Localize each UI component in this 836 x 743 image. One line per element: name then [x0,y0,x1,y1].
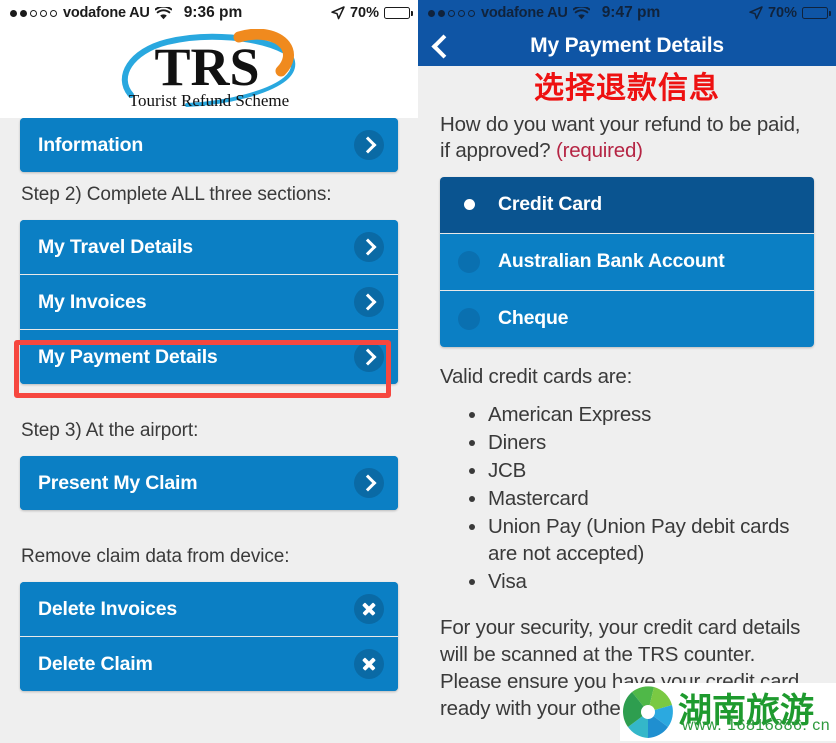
information-button-label: Information [38,133,144,156]
radio-unselected-icon [458,307,480,330]
my-invoices-button[interactable]: My Invoices [20,274,398,329]
my-travel-details-label: My Travel Details [38,235,193,258]
delete-invoices-button[interactable]: Delete Invoices [20,582,398,636]
chevron-right-icon [354,342,384,372]
signal-strength-dots [428,9,475,17]
step3-button-group: Present My Claim [20,456,398,510]
trs-logo: TRS Tourist Refund Scheme [109,29,309,115]
valid-cards-heading: Valid credit cards are: [440,364,633,388]
information-button[interactable]: Information [20,118,398,172]
remove-claim-heading: Remove claim data from device: [21,546,290,567]
location-arrow-icon [331,6,345,20]
battery-icon [802,7,831,19]
valid-cards-list: American Express Diners JCB Mastercard U… [440,401,814,595]
right-phone-screen: vodafone AU 9:47 pm 70% My Payment Detai… [418,0,836,743]
right-status-bar: vodafone AU 9:47 pm 70% [418,0,836,26]
step3-section: Step 3) At the airport: Present My Claim [20,420,398,510]
left-status-bar: vodafone AU 9:36 pm 70% [0,0,418,26]
present-my-claim-button[interactable]: Present My Claim [20,456,398,510]
my-payment-details-button[interactable]: My Payment Details [20,329,398,384]
trs-tagline: Tourist Refund Scheme [129,91,289,110]
left-phone-screen: vodafone AU 9:36 pm 70% TRS Tourist Refu… [0,0,418,743]
clock-time: 9:47 pm [601,4,661,21]
close-x-icon [354,594,384,624]
chevron-right-icon [354,468,384,498]
battery-icon [384,7,413,19]
close-x-icon [354,649,384,679]
list-item: JCB [488,457,814,484]
step2-section: Step 2) Complete ALL three sections: My … [20,184,398,384]
battery-percent-label: 70% [767,5,797,21]
chevron-right-icon [354,130,384,160]
chinese-annotation: 选择退款信息 [534,72,720,105]
list-item: American Express [488,401,814,428]
my-invoices-label: My Invoices [38,290,147,313]
list-item: Diners [488,429,814,456]
refund-question: How do you want your refund to be paid, … [440,112,814,165]
security-notice: For your security, your credit card deta… [440,616,801,721]
clock-time: 9:36 pm [183,4,243,21]
required-marker: (required) [555,139,643,163]
present-my-claim-label: Present My Claim [38,471,198,494]
list-item: Visa [488,568,814,595]
my-travel-details-button[interactable]: My Travel Details [20,220,398,274]
option-cheque[interactable]: Cheque [440,289,814,347]
status-right-group: 70% [331,5,413,21]
radio-selected-icon [458,194,480,216]
step3-heading: Step 3) At the airport: [21,420,199,441]
delete-claim-label: Delete Claim [38,652,153,675]
trs-wordmark: TRS [154,37,259,97]
delete-invoices-label: Delete Invoices [38,597,177,620]
signal-strength-dots [10,9,57,17]
option-credit-card[interactable]: Credit Card [440,176,814,233]
trs-logo-header: TRS Tourist Refund Scheme [0,26,418,118]
page-title: My Payment Details [530,34,724,57]
battery-percent-label: 70% [349,5,379,21]
list-item: Union Pay (Union Pay debit cards are not… [488,513,814,567]
option-australian-bank-account-label: Australian Bank Account [498,250,725,273]
carrier-name: vodafone AU [63,5,150,21]
chevron-right-icon [354,287,384,317]
carrier-name: vodafone AU [481,5,568,21]
step2-button-group: My Travel Details My Invoices My Payment… [20,220,398,384]
option-cheque-label: Cheque [498,307,569,330]
location-arrow-icon [749,6,763,20]
information-button-group: Information [20,118,398,172]
right-scroll-content: 选择退款信息 How do you want your refund to be… [418,66,836,722]
remove-data-section: Remove claim data from device: Delete In… [20,546,398,691]
radio-unselected-icon [458,250,480,273]
option-credit-card-label: Credit Card [498,193,602,216]
left-scroll-content: Information Step 2) Complete ALL three s… [0,26,418,743]
list-item: Mastercard [488,485,814,512]
remove-button-group: Delete Invoices Delete Claim [20,582,398,691]
chevron-right-icon [354,232,384,262]
step2-heading: Step 2) Complete ALL three sections: [21,184,332,205]
my-payment-details-label: My Payment Details [38,345,218,368]
refund-method-options: Credit Card Australian Bank Account Cheq… [440,176,814,347]
delete-claim-button[interactable]: Delete Claim [20,636,398,691]
navigation-bar: My Payment Details [418,26,836,66]
dual-screenshot-container: vodafone AU 9:36 pm 70% TRS Tourist Refu… [0,0,836,743]
status-right-group: 70% [749,5,831,21]
option-australian-bank-account[interactable]: Australian Bank Account [440,232,814,290]
wifi-icon [572,6,590,20]
wifi-icon [154,6,172,20]
